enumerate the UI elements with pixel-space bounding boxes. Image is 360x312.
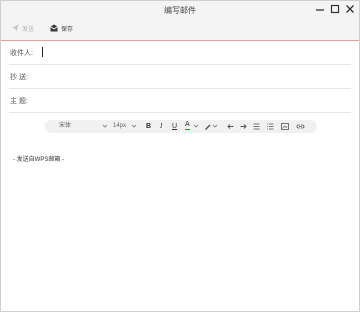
subject-input[interactable] [42,93,351,107]
close-button[interactable] [344,3,356,15]
font-color-chevron-icon[interactable] [193,120,199,133]
bold-button[interactable]: B [146,120,151,133]
send-button[interactable]: 发送 [11,24,34,35]
maximize-icon [330,4,340,14]
cc-field: 抄 送: [9,65,351,89]
outdent-icon[interactable] [227,120,234,133]
cc-label: 抄 送: [10,74,28,81]
list-icon[interactable] [267,120,274,133]
subject-label: 主 题: [10,98,28,105]
format-toolbar: 宋体 14px B I U A [45,120,317,133]
close-icon [346,5,354,13]
message-body[interactable]: - 发送自WPS邮箱 - [9,143,351,303]
link-icon[interactable] [296,120,305,133]
cc-input[interactable] [42,69,351,83]
highlight-chevron-icon[interactable] [212,120,218,133]
italic-button[interactable]: I [160,120,162,133]
maximize-button[interactable] [329,3,341,15]
send-icon [11,24,19,37]
save-label: 保存 [61,27,74,33]
save-button[interactable]: 保存 [50,24,73,35]
image-icon[interactable] [281,120,289,133]
window-title: 编写邮件 [164,6,196,15]
to-label: 收件人: [10,50,33,57]
underline-button[interactable]: U [172,120,177,133]
send-label: 发送 [22,27,35,33]
font-family-chevron-icon[interactable] [102,120,108,133]
save-icon [50,24,58,37]
align-icon[interactable] [253,120,260,133]
signature-text: - 发送自WPS邮箱 - [13,157,64,163]
highlight-icon[interactable] [204,120,211,133]
to-input[interactable] [42,45,351,59]
compose-window: 编写邮件 发送 保存 收件人: 抄 送: 主 题: 宋体 14px B I U … [0,0,360,312]
font-color-button[interactable]: A [185,120,190,130]
indent-icon[interactable] [240,120,247,133]
compose-toolbar: 发送 保存 [1,19,359,41]
subject-field: 主 题: [9,89,351,113]
minimize-icon [316,9,324,11]
title-bar: 编写邮件 [1,1,359,19]
font-size-select[interactable]: 14px [113,120,126,133]
to-field: 收件人: [9,41,351,65]
font-family-select[interactable]: 宋体 [59,120,71,133]
minimize-button[interactable] [314,3,326,15]
font-size-chevron-icon[interactable] [131,120,137,133]
